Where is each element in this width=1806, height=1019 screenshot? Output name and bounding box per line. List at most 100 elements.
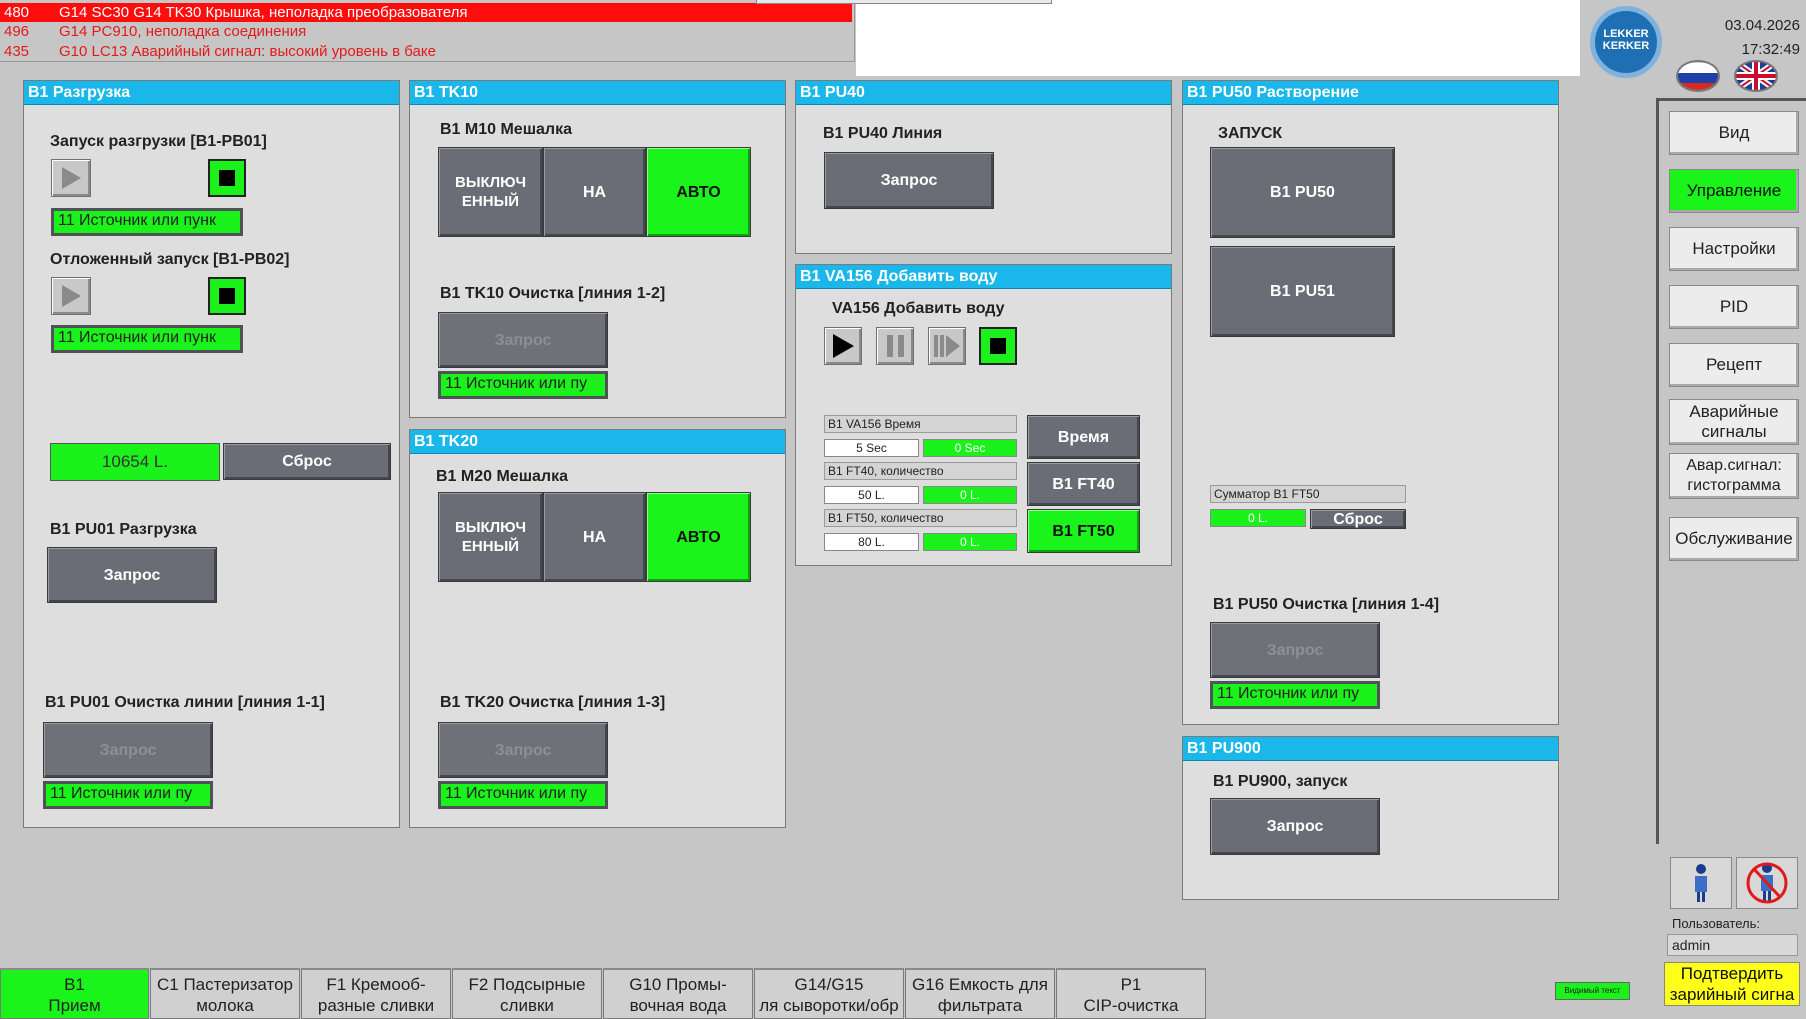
logout-button[interactable] <box>1736 857 1798 909</box>
panel-title: B1 VA156 Добавить воду <box>796 265 1171 289</box>
va156-stop-button[interactable] <box>979 327 1017 365</box>
tab-label: ля сыворотки/обр <box>759 996 899 1015</box>
alarm-row[interactable]: 496 G14 PC910, неполадка соединения <box>0 22 852 41</box>
va156-panel: B1 VA156 Добавить воду VA156 Добавить во… <box>795 264 1172 566</box>
mixer-auto-button[interactable]: АВТО <box>646 147 751 237</box>
pu01-clean-request-button[interactable]: Запрос <box>43 722 213 778</box>
tab-label: F2 Подсырные <box>468 975 586 994</box>
alarm-row[interactable]: 480 G14 SC30 G14 TK30 Крышка, неполадка … <box>0 3 852 22</box>
company-logo: LEKKER KERKER <box>1590 6 1662 78</box>
tk20-clean-request-button[interactable]: Запрос <box>438 722 608 778</box>
step-forward-icon <box>934 335 960 357</box>
va156-time-actual: 0 Sec <box>923 439 1017 457</box>
ft50-setpoint[interactable]: 80 L. <box>824 533 919 551</box>
start-unload-play-button[interactable] <box>51 159 91 197</box>
panel-title: B1 TK20 <box>410 430 785 454</box>
time-mode-button[interactable]: Время <box>1027 415 1140 459</box>
pu40-panel: B1 PU40 B1 PU40 Линия Запрос <box>795 80 1172 254</box>
m20-mixer-label: B1 M20 Мешалка <box>436 468 568 485</box>
tab-label: B1 <box>64 975 85 994</box>
tk20-panel: B1 TK20 B1 M20 Мешалка ВЫКЛЮЧ ЕННЫЙ НА А… <box>409 429 786 828</box>
tab-g14-g15-whey[interactable]: G14/G15 ля сыворотки/обр <box>754 968 904 1019</box>
visible-text-badge[interactable]: Видимый текст <box>1555 982 1630 1000</box>
tab-label: фильтрата <box>937 996 1023 1015</box>
va156-start-button[interactable] <box>824 327 862 365</box>
delayed-start-play-button[interactable] <box>51 277 91 315</box>
alarm-number: 435 <box>4 43 30 60</box>
delayed-start-stop-button[interactable] <box>208 277 246 315</box>
counter-reset-button[interactable]: Сброс <box>223 443 391 480</box>
pu01-request-button[interactable]: Запрос <box>47 547 217 603</box>
start-unload-stop-button[interactable] <box>208 159 246 197</box>
mixer-auto-button[interactable]: АВТО <box>646 492 751 582</box>
ft50-quantity-label: B1 FT50, количество <box>824 509 1017 527</box>
tab-f2-whey-cream[interactable]: F2 Подсырные сливки <box>452 968 602 1019</box>
date-display: 03.04.2026 <box>1724 17 1800 34</box>
stop-icon <box>219 288 235 304</box>
pu40-request-button[interactable]: Запрос <box>824 152 994 209</box>
va156-step-button[interactable] <box>928 327 966 365</box>
scroll-indicator <box>756 0 1052 4</box>
nav-pid[interactable]: PID <box>1669 285 1799 329</box>
time-display: 17:32:49 <box>1741 41 1800 58</box>
mixer-on-button[interactable]: НА <box>543 492 646 582</box>
play-icon <box>61 167 81 189</box>
nav-view[interactable]: Вид <box>1669 111 1799 155</box>
login-button[interactable] <box>1670 857 1732 909</box>
nav-alarms[interactable]: Аварийные сигналы <box>1669 399 1799 445</box>
logo-text: KERKER <box>1602 40 1650 52</box>
tab-c1-pasteurizer[interactable]: C1 Пастеризатор молока <box>150 968 300 1019</box>
nav-alarm-histogram[interactable]: Авар.сигнал: гистограмма <box>1669 453 1799 499</box>
pu50-clean-request-button[interactable]: Запрос <box>1210 622 1380 678</box>
va156-pause-button[interactable] <box>876 327 914 365</box>
english-flag-icon[interactable] <box>1734 60 1778 92</box>
russian-flag-icon[interactable] <box>1676 60 1720 92</box>
nav-settings[interactable]: Настройки <box>1669 227 1799 271</box>
tab-g16-filtrate[interactable]: G16 Емкость для фильтрата <box>905 968 1055 1019</box>
tk20-clean-label: B1 TK20 Очистка [линия 1-3] <box>440 694 666 711</box>
ft50-mode-button[interactable]: B1 FT50 <box>1027 509 1140 553</box>
va156-time-setpoint[interactable]: 5 Sec <box>824 439 919 457</box>
nav-recipe[interactable]: Рецепт <box>1669 343 1799 387</box>
tab-label: CIP-очистка <box>1083 996 1179 1015</box>
alarm-row[interactable]: 435 G10 LC13 Аварийный сигнал: высокий у… <box>0 42 852 61</box>
panel-title: B1 Разгрузка <box>24 81 399 105</box>
nav-maintenance[interactable]: Обслуживание <box>1669 517 1799 561</box>
acknowledge-alarm-button[interactable]: Подтвердить зарийный сигна <box>1664 962 1800 1006</box>
mixer-off-button[interactable]: ВЫКЛЮЧ ЕННЫЙ <box>438 492 543 582</box>
right-navigation: Вид Управление Настройки PID Рецепт Авар… <box>1656 98 1806 844</box>
tab-label: Прием <box>48 996 101 1015</box>
tab-label: сливки <box>500 996 554 1015</box>
pause-icon <box>886 335 904 357</box>
tab-p1-cip[interactable]: P1 CIP-очистка <box>1056 968 1206 1019</box>
user-icon <box>1695 864 1707 902</box>
pu50-button[interactable]: B1 PU50 <box>1210 147 1395 238</box>
tk10-clean-status: 11 Источник или пу <box>438 371 608 399</box>
tab-label: вочная вода <box>629 996 727 1015</box>
pu50-clean-label: B1 PU50 Очистка [линия 1-4] <box>1213 596 1440 613</box>
totalizer-reset-button[interactable]: Сброс <box>1310 509 1406 529</box>
tab-label: разные сливки <box>317 996 435 1015</box>
pu900-request-button[interactable]: Запрос <box>1210 798 1380 855</box>
nav-control[interactable]: Управление <box>1669 169 1799 213</box>
ft50-totalizer-label: Сумматор B1 FT50 <box>1210 485 1406 503</box>
ft50-actual: 0 L. <box>923 533 1017 551</box>
pu51-button[interactable]: B1 PU51 <box>1210 246 1395 337</box>
delayed-start-status: 11 Источник или пунк <box>51 325 243 353</box>
mixer-off-button[interactable]: ВЫКЛЮЧ ЕННЫЙ <box>438 147 543 237</box>
tab-label: G10 Промы- <box>629 975 727 994</box>
tab-label: молока <box>196 996 254 1015</box>
tab-f1-cream[interactable]: F1 Кремооб-разные сливки <box>301 968 451 1019</box>
pu50-panel: B1 PU50 Растворение ЗАПУСК B1 PU50 B1 PU… <box>1182 80 1559 725</box>
ft40-setpoint[interactable]: 50 L. <box>824 486 919 504</box>
pu01-clean-status: 11 Источник или пу <box>43 781 213 809</box>
mixer-on-button[interactable]: НА <box>543 147 646 237</box>
ft40-mode-button[interactable]: B1 FT40 <box>1027 462 1140 506</box>
user-label: Пользователь: <box>1672 916 1760 931</box>
alarm-list[interactable]: 480 G14 SC30 G14 TK30 Крышка, неполадка … <box>0 0 855 62</box>
tab-b1-reception[interactable]: B1 Прием <box>0 968 149 1019</box>
stop-icon <box>219 170 235 186</box>
tk10-clean-request-button[interactable]: Запрос <box>438 312 608 368</box>
message-area <box>856 0 1580 76</box>
tab-g10-rinse-water[interactable]: G10 Промы-вочная вода <box>603 968 753 1019</box>
